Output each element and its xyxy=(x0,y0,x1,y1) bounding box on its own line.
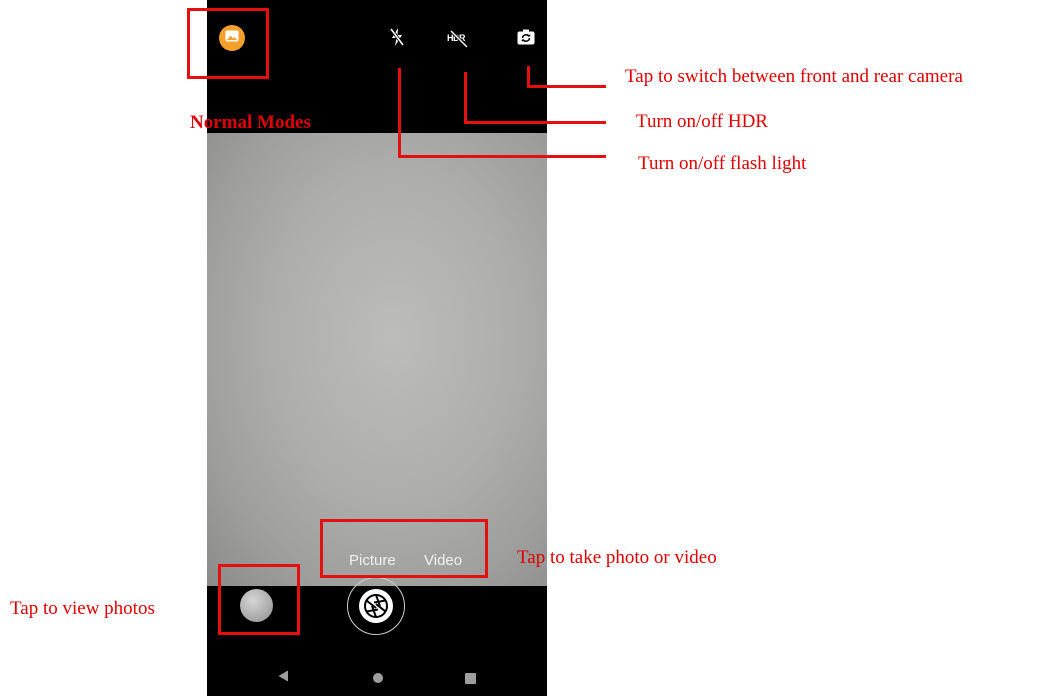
switch-camera-leader-v xyxy=(527,66,530,87)
recents-square-icon xyxy=(464,672,476,684)
flash-annotation: Turn on/off flash light xyxy=(638,153,807,174)
hdr-annotation: Turn on/off HDR xyxy=(636,111,768,132)
nav-back-button[interactable] xyxy=(275,670,291,686)
view-photos-annotation: Tap to view photos xyxy=(10,598,155,619)
nav-home-button[interactable] xyxy=(370,670,386,686)
thumbnail-highlight-box xyxy=(218,564,300,635)
gallery-highlight-box xyxy=(187,8,269,79)
take-photo-video-annotation: Tap to take photo or video xyxy=(517,547,717,568)
flash-leader-v xyxy=(398,68,401,158)
switch-camera-button[interactable] xyxy=(515,28,537,50)
modes-highlight-box xyxy=(320,519,488,578)
shutter-icon xyxy=(359,589,393,623)
camera-switch-icon xyxy=(517,29,535,50)
flash-leader-h xyxy=(398,155,606,158)
switch-camera-leader-h xyxy=(527,85,606,88)
back-triangle-icon xyxy=(278,669,289,687)
home-circle-icon xyxy=(373,673,383,683)
hdr-toggle-button[interactable]: HDR xyxy=(445,28,473,50)
shutter-button[interactable] xyxy=(347,577,405,635)
nav-recents-button[interactable] xyxy=(462,670,478,686)
hdr-off-icon: HDR xyxy=(446,30,472,48)
hdr-leader-h xyxy=(464,121,606,124)
flash-toggle-button[interactable] xyxy=(386,27,408,51)
normal-modes-title: Normal Modes xyxy=(190,112,311,133)
switch-camera-annotation: Tap to switch between front and rear cam… xyxy=(625,66,963,87)
hdr-leader-v xyxy=(464,72,467,124)
flash-off-icon xyxy=(388,27,406,52)
